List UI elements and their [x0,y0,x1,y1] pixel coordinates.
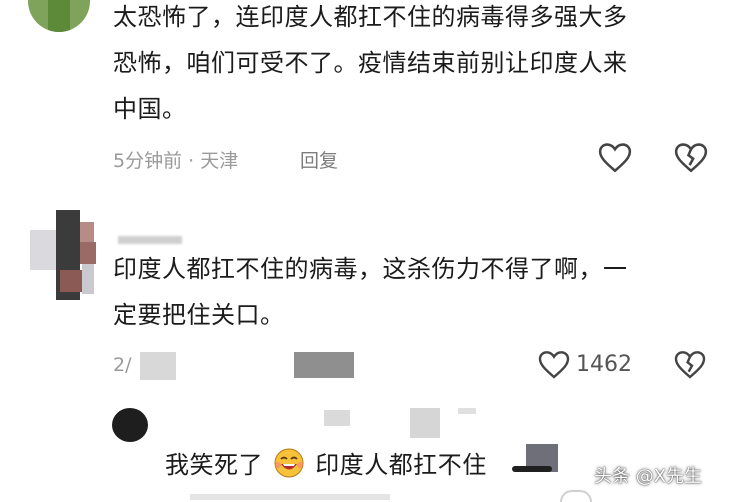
avatar[interactable] [30,208,96,300]
username-blurred [118,236,182,244]
comment-meta: 5分钟前 · 天津 [113,150,239,172]
blurred-username [458,408,476,414]
comment-line: 中国。 [113,95,187,123]
blurred-meta [140,352,176,380]
comment-text: 印度人都扛不住的病毒，这杀伤力不得了啊，一 定要把住关口。 [113,246,713,338]
reply-button[interactable]: 回复 [300,146,338,173]
heart-icon[interactable] [538,350,570,380]
comment-line: 定要把住关口。 [113,301,285,329]
blurred-reply [294,352,354,378]
heart-icon[interactable] [598,142,632,174]
broken-heart-icon[interactable] [674,142,708,174]
avatar[interactable] [28,0,90,32]
comment-line: 恐怖，咱们可受不了。疫情结束前别让印度人来 [113,49,628,77]
comment-text: 太恐怖了，连印度人都扛不住的病毒得多强大多 恐怖，咱们可受不了。疫情结束前别让印… [113,0,713,132]
blurred-fragment [512,466,552,472]
laughing-emoji-icon [273,447,305,479]
blurred-username [324,410,350,426]
watermark: 头条 @X先生 [594,466,703,487]
comment-text-prefix: 我笑死了 [165,451,263,479]
like-count: 1462 [576,352,632,377]
comment-meta: 2/ [113,354,132,376]
heart-icon[interactable] [560,490,592,502]
blurred-username [410,408,440,438]
comment-text-suffix: 印度人都扛不住 [315,451,487,479]
comment-text: 我笑死了 印度人都扛不住 [165,442,487,488]
broken-heart-icon[interactable] [674,350,706,380]
blurred-row [190,494,390,500]
avatar[interactable] [112,408,148,442]
comment-line: 印度人都扛不住的病毒，这杀伤力不得了啊，一 [113,255,628,283]
comment-line: 太恐怖了，连印度人都扛不住的病毒得多强大多 [113,3,628,31]
